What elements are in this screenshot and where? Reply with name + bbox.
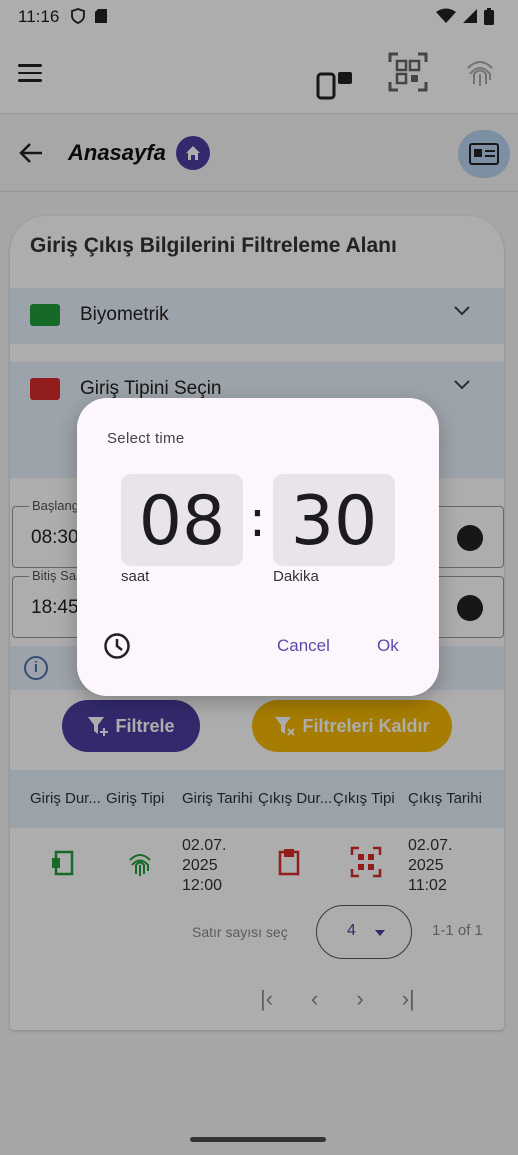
minute-label: Dakika [273,568,319,585]
time-separator: : [249,490,266,548]
cancel-button[interactable]: Cancel [277,636,330,656]
minute-selector[interactable]: 30 [273,474,395,566]
gesture-nav-bar[interactable] [190,1137,326,1142]
hour-label: saat [121,568,150,585]
time-picker-title: Select time [107,430,185,447]
time-picker-dialog: Select time 08 : 30 saat Dakika Cancel O… [77,398,439,696]
ok-button[interactable]: Ok [377,636,399,656]
hour-selector[interactable]: 08 [121,474,243,566]
clock-mode-icon[interactable] [103,632,131,660]
